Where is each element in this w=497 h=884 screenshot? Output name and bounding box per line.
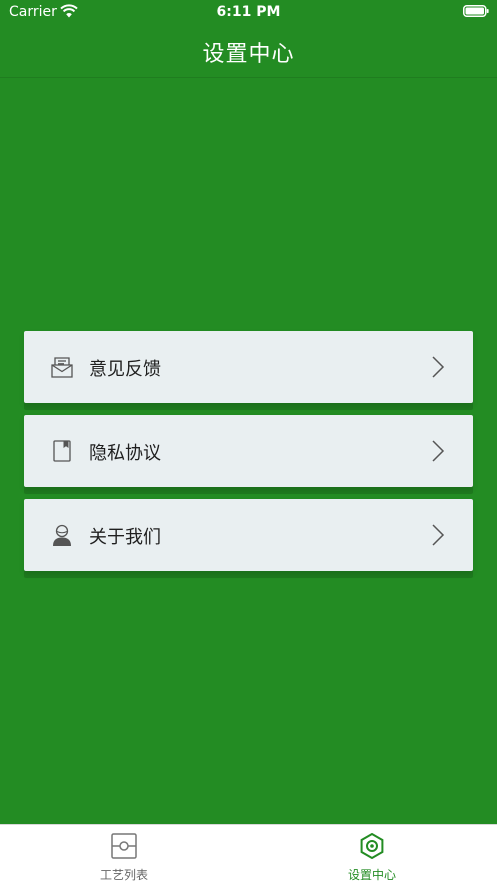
document-icon (53, 440, 71, 462)
tab-process-list[interactable]: 工艺列表 (0, 825, 248, 884)
chevron-right-icon (432, 524, 445, 546)
chevron-right-icon (432, 440, 445, 462)
navigation-bar: 设置中心 (0, 26, 497, 78)
menu-item-feedback[interactable]: 意见反馈 (24, 331, 473, 403)
menu-item-about-us[interactable]: 关于我们 (24, 499, 473, 571)
tab-settings[interactable]: 设置中心 (248, 825, 496, 884)
settings-icon (360, 833, 384, 859)
tab-label: 工艺列表 (99, 868, 148, 882)
tab-bar: 工艺列表 设置中心 (0, 824, 497, 884)
menu-item-label: 意见反馈 (89, 359, 161, 380)
menu-item-label: 关于我们 (89, 527, 161, 548)
process-list-icon (111, 833, 137, 859)
person-icon (53, 524, 71, 546)
status-bar: Carrier 6:11 PM (0, 0, 497, 26)
battery-icon (463, 5, 489, 17)
menu-item-privacy-policy[interactable]: 隐私协议 (24, 415, 473, 487)
feedback-envelope-icon (51, 357, 73, 378)
tab-label: 设置中心 (347, 868, 396, 882)
page-title: 设置中心 (202, 42, 295, 67)
clock: 6:11 PM (216, 4, 281, 20)
menu-item-label: 隐私协议 (89, 443, 161, 464)
chevron-right-icon (432, 356, 445, 378)
